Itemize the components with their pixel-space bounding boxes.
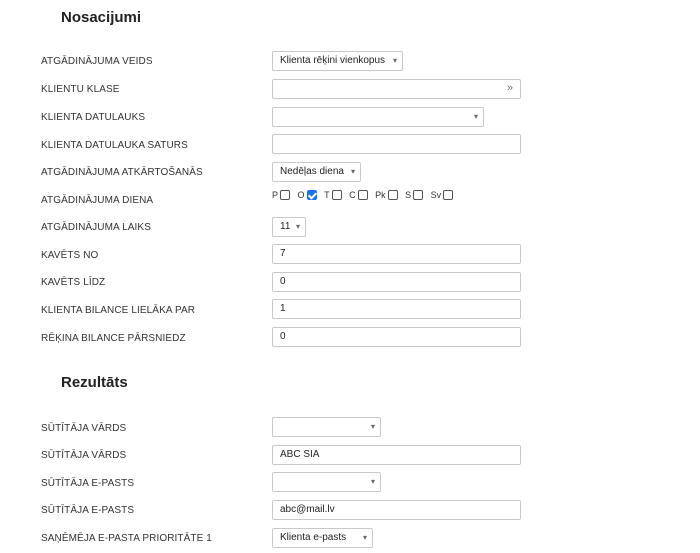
invoice-balance-input[interactable]: 0 — [272, 327, 521, 347]
day-option-s[interactable]: S — [405, 190, 424, 200]
overdue-from-input[interactable]: 7 — [272, 244, 521, 264]
label-overdue-from: KAVĒTS NO — [41, 250, 99, 261]
client-class-field[interactable]: » — [272, 79, 521, 99]
recurrence-select[interactable]: Nedēļas diena ▾ — [272, 162, 361, 182]
checkbox-t[interactable] — [331, 190, 342, 200]
day-option-o[interactable]: O — [298, 190, 317, 200]
label-client-datafield-content: KLIENTA DATULAUKA SATURS — [41, 140, 188, 151]
label-reminder-time: ATGĀDINĀJUMA LAIKS — [41, 222, 151, 233]
label-invoice-balance: RĒĶINA BILANCE PĀRSNIEDZ — [41, 333, 186, 344]
client-balance-input[interactable]: 1 — [272, 299, 521, 319]
checkbox-c[interactable] — [357, 190, 368, 200]
checkbox-p[interactable] — [280, 190, 291, 200]
label-sender-email: SŪTĪTĀJA E-PASTS — [41, 505, 135, 516]
client-datafield-content-input[interactable] — [272, 134, 521, 154]
sender-email-select[interactable]: ▾ — [272, 472, 381, 492]
label-sender-name: SŪTĪTĀJA VĀRDS — [41, 450, 127, 461]
label-sender-name-select: SŪTĪTĀJA VĀRDS — [41, 423, 127, 434]
label-sender-email-select: SŪTĪTĀJA E-PASTS — [41, 478, 135, 489]
day-option-pk[interactable]: Pk — [375, 190, 398, 200]
recurrence-value: Nedēļas diena — [280, 166, 344, 177]
label-recurrence: ATGĀDINĀJUMA ATKĀRTOŠANĀS — [41, 167, 203, 178]
sender-name-select[interactable]: ▾ — [272, 417, 381, 437]
section-title-result: Rezultāts — [61, 374, 128, 391]
checkbox-s[interactable] — [413, 190, 424, 200]
reminder-type-value: Klienta rēķini vienkopus — [280, 55, 386, 66]
label-client-class: KLIENTU KLASE — [41, 84, 120, 95]
chevron-down-icon: ▾ — [473, 112, 478, 121]
checkbox-pk[interactable] — [387, 190, 398, 200]
reminder-type-select[interactable]: Klienta rēķini vienkopus ▾ — [272, 51, 403, 71]
label-client-datafield: KLIENTA DATULAUKS — [41, 112, 146, 123]
day-option-sv[interactable]: Sv — [431, 190, 454, 200]
chevron-down-icon: ▾ — [370, 422, 375, 431]
reminder-time-select[interactable]: 11 ▾ — [272, 217, 306, 237]
label-reminder-type: ATGĀDINĀJUMA VEIDS — [41, 56, 153, 67]
reminder-time-value: 11 — [280, 221, 291, 232]
chevron-down-icon: ▾ — [370, 477, 375, 486]
sender-name-input[interactable]: ABC SIA — [272, 445, 521, 465]
chevron-down-icon: ▾ — [392, 56, 397, 65]
chevron-down-icon: ▾ — [350, 167, 355, 176]
day-option-c[interactable]: C — [349, 190, 368, 200]
checkbox-sv[interactable] — [443, 190, 454, 200]
day-option-t[interactable]: T — [324, 190, 342, 200]
label-recipient-priority: SAŅĒMĒJA E-PASTA PRIORITĀTE 1 — [41, 533, 212, 544]
section-title-conditions: Nosacijumi — [61, 9, 142, 26]
client-datafield-select[interactable]: ▾ — [272, 107, 484, 127]
sender-email-input[interactable]: abc@mail.lv — [272, 500, 521, 520]
day-option-p[interactable]: P — [272, 190, 291, 200]
recipient-priority-value: Klienta e-pasts — [280, 532, 347, 543]
recipient-priority-select[interactable]: Klienta e-pasts ▾ — [272, 528, 373, 548]
reminder-day-checkboxes: P O T C Pk S Sv — [272, 190, 458, 206]
expand-more-icon[interactable]: » — [507, 80, 513, 97]
chevron-down-icon: ▾ — [295, 222, 300, 231]
label-client-balance: KLIENTA BILANCE LIELĀKA PAR — [41, 305, 196, 316]
overdue-to-input[interactable]: 0 — [272, 272, 521, 292]
checkbox-o[interactable] — [306, 190, 317, 200]
label-overdue-to: KAVĒTS LĪDZ — [41, 277, 106, 288]
label-reminder-day: ATGĀDINĀJUMA DIENA — [41, 195, 154, 206]
chevron-down-icon: ▾ — [362, 533, 367, 542]
